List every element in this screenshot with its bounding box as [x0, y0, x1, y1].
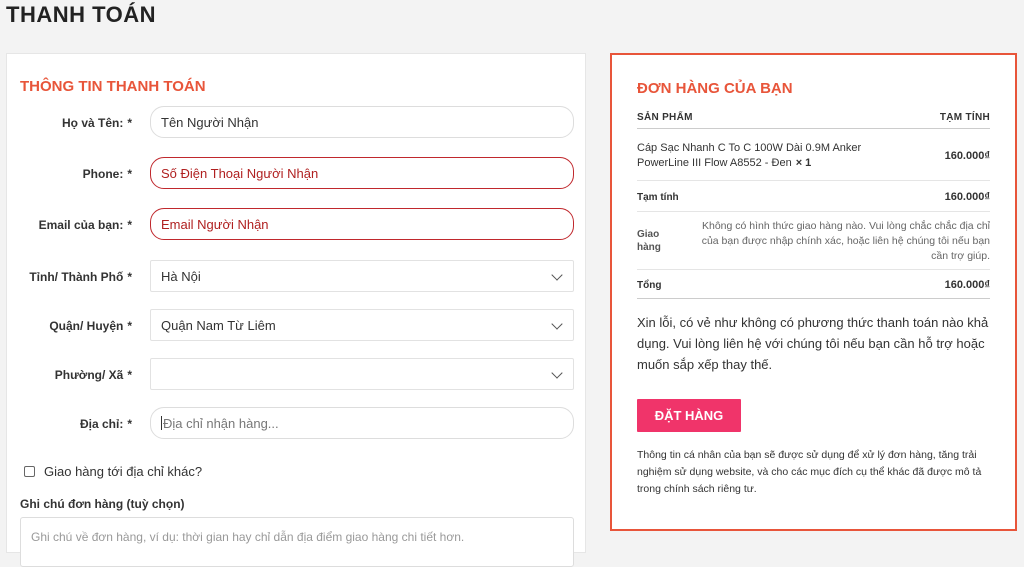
phone-label: Phone: * — [82, 167, 132, 181]
order-note-label: Ghi chú đơn hàng (tuỳ chọn) — [20, 497, 185, 511]
ship-other-checkbox[interactable] — [24, 466, 35, 477]
chevron-down-icon — [551, 318, 563, 330]
order-item-qty: × 1 — [795, 157, 812, 169]
row-district: Quận/ Huyện * Quận Nam Từ Liêm — [7, 309, 587, 343]
total-label: Tổng — [637, 280, 662, 291]
col-subtotal-header: TẠM TÍNH — [939, 112, 990, 123]
fullname-input[interactable]: Tên Người Nhận — [150, 106, 574, 138]
chevron-down-icon — [551, 269, 563, 281]
page-title: THANH TOÁN — [6, 2, 157, 27]
total-value: 160.000₫ — [944, 279, 990, 291]
order-item-name: Cáp Sạc Nhanh C To C 100W Dài 0.9M Anker… — [637, 142, 862, 169]
row-ward: Phường/ Xã * — [7, 358, 587, 392]
row-fullname: Họ và Tên: * Tên Người Nhận — [7, 106, 587, 140]
col-product-header: SẢN PHẨM — [637, 112, 693, 123]
billing-panel: THÔNG TIN THANH TOÁN Họ và Tên: * Tên Ngư… — [6, 53, 587, 567]
address-input[interactable]: Địa chỉ nhận hàng... — [150, 407, 574, 439]
fullname-label: Họ và Tên: * — [61, 116, 132, 130]
row-email: Email của bạn: * Email Người Nhận — [7, 208, 587, 242]
province-select[interactable]: Hà Nội — [150, 260, 574, 292]
email-input[interactable]: Email Người Nhận — [150, 208, 574, 240]
row-address: Địa chỉ: * Địa chỉ nhận hàng... — [7, 407, 587, 441]
order-item-price: 160.000₫ — [944, 150, 990, 162]
order-summary-panel: ĐƠN HÀNG CỦA BẠN SẢN PHẨM TẠM TÍNH Cáp S… — [610, 53, 1017, 531]
divider — [637, 211, 990, 212]
address-placeholder: Địa chỉ nhận hàng... — [163, 416, 279, 431]
shipping-note: Không có hình thức giao hàng nào. Vui lò… — [701, 220, 990, 262]
place-order-button[interactable]: ĐẶT HÀNG — [637, 399, 741, 432]
province-label: Tỉnh/ Thành Phố * — [29, 270, 132, 284]
address-label: Địa chỉ: * — [79, 417, 132, 431]
ship-to-different-address[interactable]: Giao hàng tới địa chỉ khác? — [24, 464, 202, 479]
ship-other-label: Giao hàng tới địa chỉ khác? — [44, 464, 203, 479]
district-value: Quận Nam Từ Liêm — [161, 318, 276, 333]
province-value: Hà Nội — [161, 269, 201, 284]
privacy-notice: Thông tin cá nhân của bạn sẽ được sử dụn… — [637, 449, 982, 495]
no-payment-message: Xin lỗi, có vẻ như không có phương thức … — [637, 315, 989, 372]
shipping-label: Giao hàng — [637, 229, 661, 253]
divider — [637, 298, 990, 299]
divider — [637, 180, 990, 181]
subtotal-label: Tạm tính — [637, 192, 679, 203]
district-select[interactable]: Quận Nam Từ Liêm — [150, 309, 574, 341]
subtotal-value: 160.000₫ — [944, 191, 990, 203]
divider — [637, 128, 990, 129]
text-caret — [161, 416, 162, 430]
row-province: Tỉnh/ Thành Phố * Hà Nội — [7, 260, 587, 294]
ward-select[interactable] — [150, 358, 574, 390]
ward-label: Phường/ Xã * — [54, 368, 132, 382]
row-phone: Phone: * Số Điện Thoại Người Nhận — [7, 157, 587, 191]
chevron-down-icon — [551, 367, 563, 379]
order-title: ĐƠN HÀNG CỦA BẠN — [637, 80, 793, 97]
district-label: Quận/ Huyện * — [49, 319, 132, 333]
divider — [637, 269, 990, 270]
billing-section-title: THÔNG TIN THANH TOÁN — [20, 78, 206, 95]
order-note-textarea[interactable]: Ghi chú về đơn hàng, ví dụ: thời gian ha… — [20, 517, 574, 567]
email-label: Email của bạn: * — [38, 218, 132, 232]
phone-input[interactable]: Số Điện Thoại Người Nhận — [150, 157, 574, 189]
